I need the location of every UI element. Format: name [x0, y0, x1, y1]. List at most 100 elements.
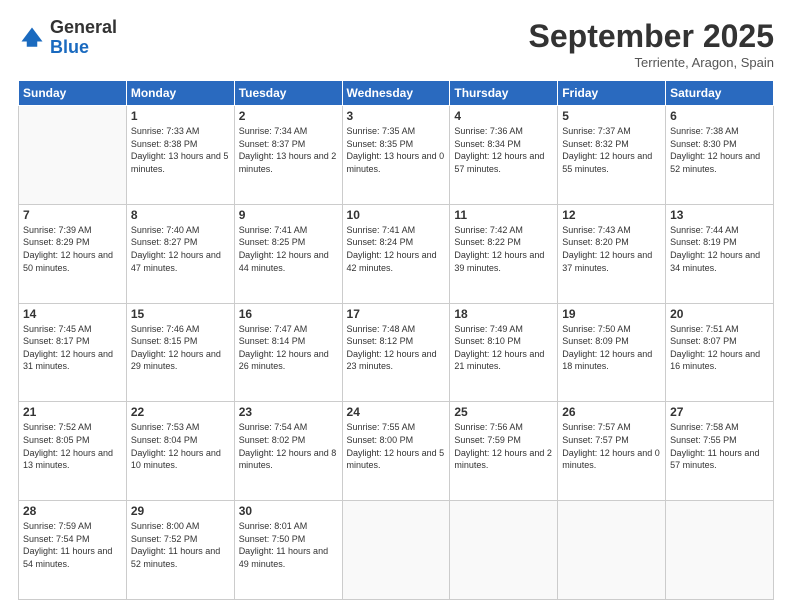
day-number: 21 — [23, 405, 122, 419]
day-number: 30 — [239, 504, 338, 518]
logo-icon — [18, 24, 46, 52]
calendar-cell: 22Sunrise: 7:53 AMSunset: 8:04 PMDayligh… — [126, 402, 234, 501]
calendar-cell: 5 Sunrise: 7:37 AMSunset: 8:32 PMDaylight… — [558, 106, 666, 205]
day-number: 6 — [670, 109, 769, 123]
calendar-cell — [450, 501, 558, 600]
day-info: Sunrise: 7:41 AMSunset: 8:24 PMDaylight:… — [347, 224, 446, 274]
calendar-cell: 30 Sunrise: 8:01 AMSunset: 7:50 PMDayligh… — [234, 501, 342, 600]
day-number: 15 — [131, 307, 230, 321]
calendar-cell: 23 Sunrise: 7:54 AMSunset: 8:02 PMDayligh… — [234, 402, 342, 501]
calendar-cell: 12Sunrise: 7:43 AMSunset: 8:20 PMDayligh… — [558, 204, 666, 303]
weekday-header-thursday: Thursday — [450, 81, 558, 106]
day-info: Sunrise: 7:40 AMSunset: 8:27 PMDaylight:… — [131, 224, 230, 274]
day-info: Sunrise: 7:52 AMSunset: 8:05 PMDaylight:… — [23, 421, 122, 471]
location-subtitle: Terriente, Aragon, Spain — [529, 55, 774, 70]
calendar-cell: 8Sunrise: 7:40 AMSunset: 8:27 PMDaylight… — [126, 204, 234, 303]
day-number: 2 — [239, 109, 338, 123]
calendar-cell: 7 Sunrise: 7:39 AMSunset: 8:29 PMDaylight… — [19, 204, 127, 303]
header: General Blue September 2025 Terriente, A… — [18, 18, 774, 70]
logo-text: General Blue — [50, 18, 117, 58]
logo-blue: Blue — [50, 38, 117, 58]
calendar-cell: 10 Sunrise: 7:41 AMSunset: 8:24 PMDayligh… — [342, 204, 450, 303]
calendar-table: SundayMondayTuesdayWednesdayThursdayFrid… — [18, 80, 774, 600]
calendar-cell: 1Sunrise: 7:33 AMSunset: 8:38 PMDaylight… — [126, 106, 234, 205]
calendar-cell: 11 Sunrise: 7:42 AMSunset: 8:22 PMDayligh… — [450, 204, 558, 303]
day-info: Sunrise: 7:55 AMSunset: 8:00 PMDaylight:… — [347, 421, 446, 471]
day-number: 10 — [347, 208, 446, 222]
calendar-cell: 16 Sunrise: 7:47 AMSunset: 8:14 PMDayligh… — [234, 303, 342, 402]
day-info: Sunrise: 7:42 AMSunset: 8:22 PMDaylight:… — [454, 224, 553, 274]
calendar-cell — [342, 501, 450, 600]
day-info: Sunrise: 7:49 AMSunset: 8:10 PMDaylight:… — [454, 323, 553, 373]
calendar-cell: 14Sunrise: 7:45 AMSunset: 8:17 PMDayligh… — [19, 303, 127, 402]
weekday-header-saturday: Saturday — [666, 81, 774, 106]
calendar-week-row: 7 Sunrise: 7:39 AMSunset: 8:29 PMDaylight… — [19, 204, 774, 303]
calendar-cell: 3 Sunrise: 7:35 AMSunset: 8:35 PMDaylight… — [342, 106, 450, 205]
calendar-cell: 26 Sunrise: 7:57 AMSunset: 7:57 PMDayligh… — [558, 402, 666, 501]
calendar-cell: 4 Sunrise: 7:36 AMSunset: 8:34 PMDaylight… — [450, 106, 558, 205]
day-number: 19 — [562, 307, 661, 321]
day-number: 26 — [562, 405, 661, 419]
calendar-cell: 24 Sunrise: 7:55 AMSunset: 8:00 PMDayligh… — [342, 402, 450, 501]
day-number: 4 — [454, 109, 553, 123]
weekday-header-wednesday: Wednesday — [342, 81, 450, 106]
day-info: Sunrise: 8:01 AMSunset: 7:50 PMDaylight:… — [239, 520, 338, 570]
weekday-header-tuesday: Tuesday — [234, 81, 342, 106]
day-info: Sunrise: 7:44 AMSunset: 8:19 PMDaylight:… — [670, 224, 769, 274]
calendar-cell: 19 Sunrise: 7:50 AMSunset: 8:09 PMDayligh… — [558, 303, 666, 402]
day-info: Sunrise: 7:34 AMSunset: 8:37 PMDaylight:… — [239, 125, 338, 175]
day-info: Sunrise: 7:58 AMSunset: 7:55 PMDaylight:… — [670, 421, 769, 471]
calendar-cell: 29 Sunrise: 8:00 AMSunset: 7:52 PMDayligh… — [126, 501, 234, 600]
day-info: Sunrise: 7:57 AMSunset: 7:57 PMDaylight:… — [562, 421, 661, 471]
day-info: Sunrise: 7:48 AMSunset: 8:12 PMDaylight:… — [347, 323, 446, 373]
day-info: Sunrise: 7:59 AMSunset: 7:54 PMDaylight:… — [23, 520, 122, 570]
day-info: Sunrise: 8:00 AMSunset: 7:52 PMDaylight:… — [131, 520, 230, 570]
weekday-header-friday: Friday — [558, 81, 666, 106]
day-info: Sunrise: 7:35 AMSunset: 8:35 PMDaylight:… — [347, 125, 446, 175]
day-info: Sunrise: 7:47 AMSunset: 8:14 PMDaylight:… — [239, 323, 338, 373]
logo-general: General — [50, 18, 117, 38]
day-info: Sunrise: 7:39 AMSunset: 8:29 PMDaylight:… — [23, 224, 122, 274]
day-info: Sunrise: 7:37 AMSunset: 8:32 PMDaylight:… — [562, 125, 661, 175]
weekday-header-row: SundayMondayTuesdayWednesdayThursdayFrid… — [19, 81, 774, 106]
day-number: 25 — [454, 405, 553, 419]
day-info: Sunrise: 7:50 AMSunset: 8:09 PMDaylight:… — [562, 323, 661, 373]
day-number: 5 — [562, 109, 661, 123]
weekday-header-sunday: Sunday — [19, 81, 127, 106]
day-info: Sunrise: 7:46 AMSunset: 8:15 PMDaylight:… — [131, 323, 230, 373]
day-info: Sunrise: 7:43 AMSunset: 8:20 PMDaylight:… — [562, 224, 661, 274]
day-number: 20 — [670, 307, 769, 321]
calendar-cell: 15 Sunrise: 7:46 AMSunset: 8:15 PMDayligh… — [126, 303, 234, 402]
day-number: 16 — [239, 307, 338, 321]
calendar-cell: 6Sunrise: 7:38 AMSunset: 8:30 PMDaylight… — [666, 106, 774, 205]
calendar-week-row: 14Sunrise: 7:45 AMSunset: 8:17 PMDayligh… — [19, 303, 774, 402]
calendar-cell: 28 Sunrise: 7:59 AMSunset: 7:54 PMDayligh… — [19, 501, 127, 600]
day-number: 14 — [23, 307, 122, 321]
calendar-cell: 13 Sunrise: 7:44 AMSunset: 8:19 PMDayligh… — [666, 204, 774, 303]
day-number: 29 — [131, 504, 230, 518]
day-number: 28 — [23, 504, 122, 518]
calendar-cell: 17 Sunrise: 7:48 AMSunset: 8:12 PMDayligh… — [342, 303, 450, 402]
day-info: Sunrise: 7:36 AMSunset: 8:34 PMDaylight:… — [454, 125, 553, 175]
day-info: Sunrise: 7:41 AMSunset: 8:25 PMDaylight:… — [239, 224, 338, 274]
day-number: 17 — [347, 307, 446, 321]
title-block: September 2025 Terriente, Aragon, Spain — [529, 18, 774, 70]
calendar-cell: 9Sunrise: 7:41 AMSunset: 8:25 PMDaylight… — [234, 204, 342, 303]
day-number: 13 — [670, 208, 769, 222]
calendar-cell: 18Sunrise: 7:49 AMSunset: 8:10 PMDayligh… — [450, 303, 558, 402]
day-number: 3 — [347, 109, 446, 123]
calendar-cell: 25 Sunrise: 7:56 AMSunset: 7:59 PMDayligh… — [450, 402, 558, 501]
month-title: September 2025 — [529, 18, 774, 55]
day-info: Sunrise: 7:56 AMSunset: 7:59 PMDaylight:… — [454, 421, 553, 471]
day-number: 7 — [23, 208, 122, 222]
calendar-cell: 27 Sunrise: 7:58 AMSunset: 7:55 PMDayligh… — [666, 402, 774, 501]
day-number: 24 — [347, 405, 446, 419]
day-number: 23 — [239, 405, 338, 419]
day-info: Sunrise: 7:33 AMSunset: 8:38 PMDaylight:… — [131, 125, 230, 175]
calendar-cell: 20Sunrise: 7:51 AMSunset: 8:07 PMDayligh… — [666, 303, 774, 402]
calendar-week-row: 1Sunrise: 7:33 AMSunset: 8:38 PMDaylight… — [19, 106, 774, 205]
day-number: 11 — [454, 208, 553, 222]
day-number: 27 — [670, 405, 769, 419]
day-info: Sunrise: 7:54 AMSunset: 8:02 PMDaylight:… — [239, 421, 338, 471]
logo: General Blue — [18, 18, 117, 58]
